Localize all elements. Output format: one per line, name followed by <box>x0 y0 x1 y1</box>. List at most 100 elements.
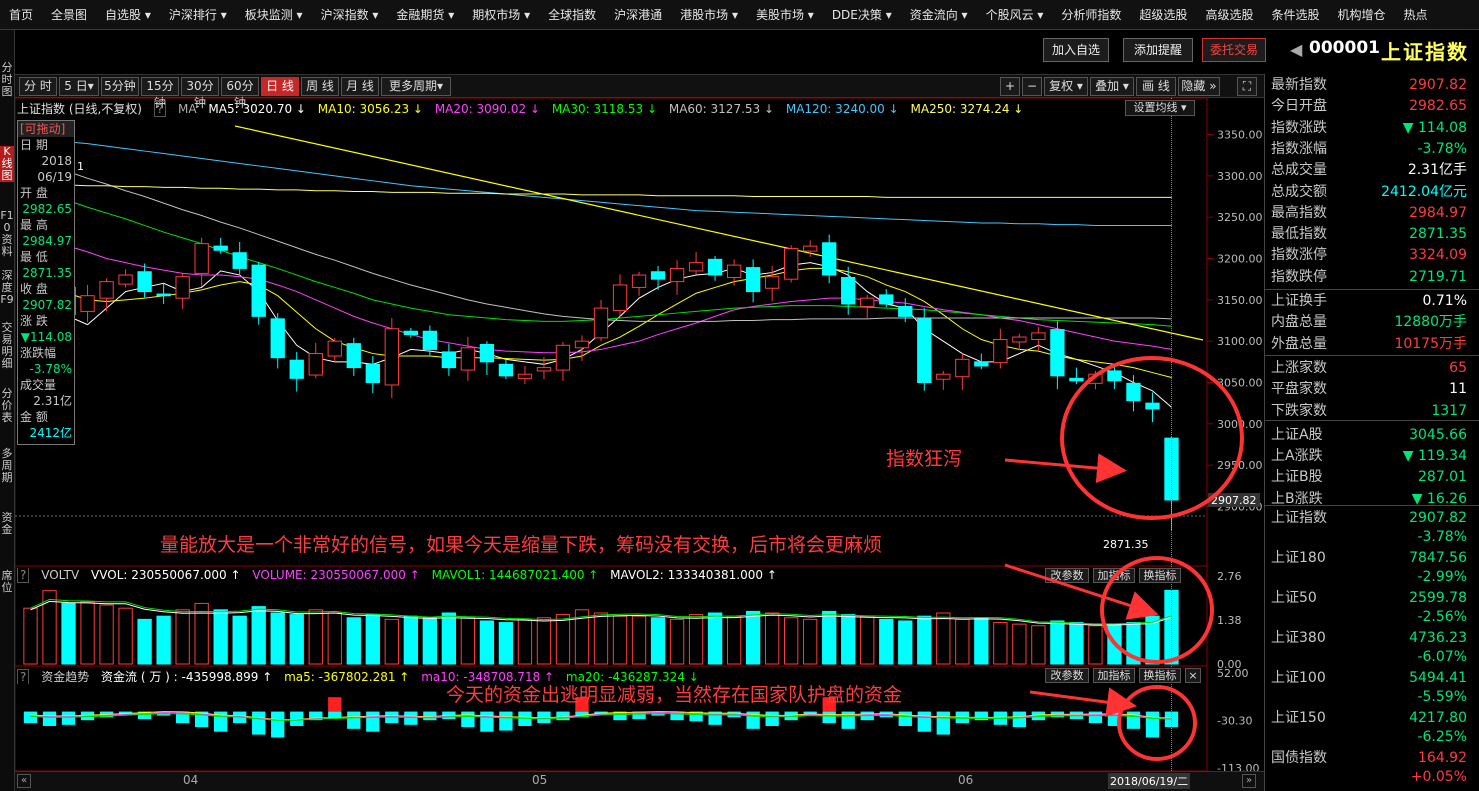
left-tab-7[interactable]: 资金 <box>0 512 14 536</box>
ma10-value: MA10: 3056.23 ↓ <box>317 102 423 116</box>
index-row-6[interactable]: 国债指数 164.92 +0.05% <box>1271 748 1467 788</box>
nav-item-5[interactable]: 沪深指数 ▾ <box>312 6 388 23</box>
top-nav: 首页 全景图 自选股 ▾ 沪深排行 ▾ 板块监测 ▾ 沪深指数 ▾ 金融期货 ▾ 期权市场 ▾… <box>0 0 1479 30</box>
nav-item-9[interactable]: 沪深港通 <box>605 6 671 23</box>
period-btn-9[interactable]: 更多周期▾ <box>381 77 451 96</box>
period-btn-8[interactable]: 月 线 <box>341 77 379 96</box>
fund-edit-params-button[interactable]: 改参数 <box>1045 668 1089 683</box>
fund-switch-indicator-button[interactable]: 换指标 <box>1139 668 1181 683</box>
quote-label: 总成交量 <box>1271 162 1327 179</box>
index-row-0[interactable]: 上证指数 2907.82 -3.78% <box>1271 508 1467 548</box>
volume-bar <box>118 607 133 665</box>
nav-item-4[interactable]: 板块监测 ▾ <box>236 6 312 23</box>
nav-item-16[interactable]: 超级选股 <box>1130 6 1196 23</box>
left-tab-0[interactable]: 分时图 <box>0 62 14 98</box>
candle-body <box>194 243 209 274</box>
pct-label: 涨跌幅 <box>20 346 57 360</box>
nav-item-13[interactable]: 资金流向 ▾ <box>901 6 977 23</box>
left-tab-4[interactable]: 交易明细 <box>0 322 14 370</box>
ma-settings-button[interactable]: 设置均线 ▾ <box>1125 100 1195 116</box>
nav-item-20[interactable]: 热点 <box>1394 6 1436 23</box>
nav-item-6[interactable]: 金融期货 ▾ <box>387 6 463 23</box>
index-row-4[interactable]: 上证100 5494.41 -5.59% <box>1271 668 1467 708</box>
index-row-1[interactable]: 上证180 7847.56 -2.99% <box>1271 548 1467 588</box>
volume-bar <box>479 620 495 665</box>
nav-item-10[interactable]: 港股市场 ▾ <box>671 6 747 23</box>
volume-switch-indicator-button[interactable]: 换指标 <box>1139 568 1181 583</box>
quote-label: 上证A股 <box>1271 426 1323 443</box>
volume-bar <box>688 614 704 665</box>
left-tab-1[interactable]: K线图 <box>0 146 14 182</box>
nav-item-14[interactable]: 个股风云 ▾ <box>977 6 1053 23</box>
nav-item-19[interactable]: 机构增仓 <box>1328 6 1394 23</box>
nav-item-18[interactable]: 条件选股 <box>1262 6 1328 23</box>
quote-row-4: 总成交量 2.31亿手 <box>1271 160 1467 181</box>
left-tab-8[interactable]: 席位 <box>0 570 14 594</box>
candle-body <box>1126 382 1141 402</box>
nav-item-17[interactable]: 高级选股 <box>1196 6 1262 23</box>
volume-bar <box>308 609 323 665</box>
period-btn-6[interactable]: 日 线 <box>261 77 299 96</box>
help-icon[interactable]: ? <box>153 101 167 117</box>
period-btn-0[interactable]: 分 时 <box>19 77 57 96</box>
nav-item-11[interactable]: 美股市场 ▾ <box>747 6 823 23</box>
index-pct: -6.25% <box>1417 729 1467 745</box>
quote-value: 2984.97 <box>1409 204 1467 221</box>
nav-item-2[interactable]: 自选股 ▾ <box>96 6 160 23</box>
nav-item-1[interactable]: 全景图 <box>42 6 96 23</box>
index-row-2[interactable]: 上证50 2599.78 -2.56% <box>1271 588 1467 628</box>
tool-btn-3[interactable]: 叠加 ▾ <box>1090 77 1134 96</box>
fund-bar <box>765 711 779 726</box>
nav-item-3[interactable]: 沪深排行 ▾ <box>160 6 236 23</box>
fullscreen-icon[interactable]: ⛶ <box>1237 77 1257 96</box>
volume-help-icon[interactable]: ? <box>17 568 30 583</box>
candle-body <box>1012 336 1027 343</box>
tool-btn-2[interactable]: 复权 ▾ <box>1044 77 1088 96</box>
scroll-left-icon[interactable]: « <box>17 774 31 788</box>
add-alert-button[interactable]: 添加提醒 <box>1123 38 1193 62</box>
period-btn-1[interactable]: 5 日▾ <box>59 77 99 96</box>
drag-label[interactable]: [可拖动] <box>18 121 74 137</box>
nav-item-8[interactable]: 全球指数 <box>539 6 605 23</box>
back-arrow-icon[interactable]: ◀ <box>1290 40 1302 59</box>
left-tab-5[interactable]: 分价表 <box>0 388 14 424</box>
left-tab-2[interactable]: F10资料 <box>0 210 14 258</box>
quote-value: ▼ 114.08 <box>1402 119 1467 136</box>
nav-item-0[interactable]: 首页 <box>0 6 42 23</box>
fund-add-indicator-button[interactable]: 加指标 <box>1093 668 1135 683</box>
index-row-5[interactable]: 上证150 4217.80 -6.25% <box>1271 708 1467 748</box>
volume-bar <box>365 614 380 665</box>
nav-item-12[interactable]: DDE决策 ▾ <box>823 6 901 23</box>
left-tab-3[interactable]: 深度F9 <box>0 270 14 306</box>
tool-btn-5[interactable]: 隐藏 » <box>1178 77 1220 96</box>
trade-button[interactable]: 委托交易 <box>1202 38 1266 62</box>
add-watch-button[interactable]: 加入自选 <box>1043 38 1109 62</box>
candle-body <box>1088 373 1103 384</box>
index-row-3[interactable]: 上证380 4736.23 -6.07% <box>1271 628 1467 668</box>
bar-info-panel[interactable]: [可拖动] 日 期 2018 06/19 开 盘 2982.65 最 高 298… <box>17 120 75 445</box>
tool-btn-1[interactable]: − <box>1022 77 1042 96</box>
candle-body <box>593 307 609 339</box>
left-tab-6[interactable]: 多周期 <box>0 448 14 484</box>
tool-btn-0[interactable]: + <box>1000 77 1020 96</box>
scroll-right-icon[interactable]: » <box>1242 774 1256 788</box>
tool-btn-4[interactable]: 画 线 <box>1136 77 1176 96</box>
nav-item-7[interactable]: 期权市场 ▾ <box>463 6 539 23</box>
volume-bar <box>955 618 970 665</box>
nav-item-15[interactable]: 分析师指数 <box>1052 6 1130 23</box>
volume-edit-params-button[interactable]: 改参数 <box>1045 568 1089 583</box>
fund-help-icon[interactable]: ? <box>17 669 30 684</box>
ma5-value: MA5: 3020.70 ↓ <box>208 102 306 116</box>
period-btn-5[interactable]: 60分钟 <box>221 77 259 110</box>
volume-bar <box>917 615 932 665</box>
candle-body <box>1031 332 1046 341</box>
period-btn-2[interactable]: 5分钟 <box>101 77 139 96</box>
period-btn-3[interactable]: 15分钟 <box>141 77 179 110</box>
period-btn-4[interactable]: 30分钟 <box>181 77 219 110</box>
fund-close-icon[interactable]: × <box>1185 668 1201 683</box>
candle-body <box>631 274 647 288</box>
period-btn-7[interactable]: 周 线 <box>301 77 339 96</box>
volume-add-indicator-button[interactable]: 加指标 <box>1093 568 1135 583</box>
index-value: 4736.23 <box>1409 630 1467 646</box>
fund-bar <box>1145 711 1160 738</box>
